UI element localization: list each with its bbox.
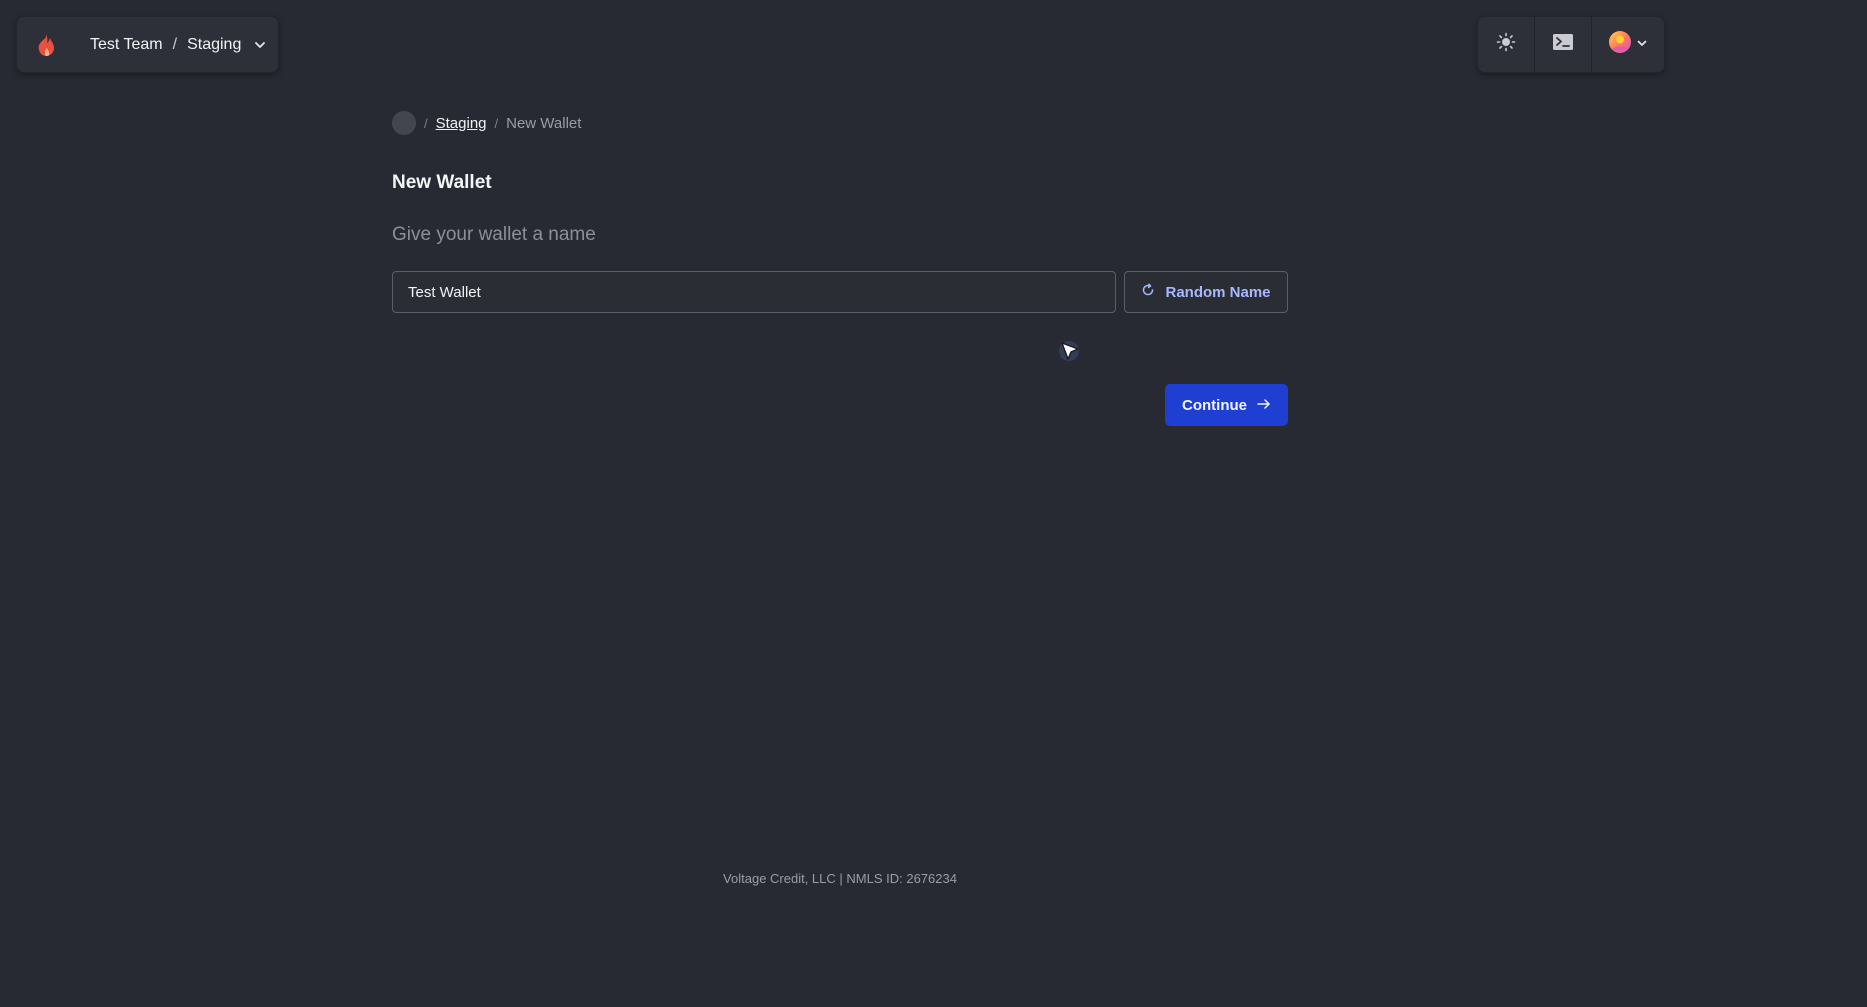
page-subtitle: Give your wallet a name bbox=[392, 224, 596, 245]
theme-toggle-button[interactable] bbox=[1478, 17, 1535, 72]
environment-name: Staging bbox=[187, 35, 242, 53]
page-title: New Wallet bbox=[392, 172, 492, 193]
profile-menu-button[interactable] bbox=[1592, 17, 1664, 72]
breadcrumb-staging-link[interactable]: Staging bbox=[436, 115, 487, 132]
breadcrumb-separator: / bbox=[494, 115, 499, 131]
continue-button[interactable]: Continue bbox=[1165, 384, 1288, 426]
team-separator: / bbox=[172, 35, 178, 53]
sun-icon bbox=[1496, 32, 1516, 57]
mouse-pointer-icon bbox=[1058, 340, 1084, 371]
terminal-button[interactable] bbox=[1535, 17, 1592, 72]
arrow-right-icon bbox=[1257, 397, 1271, 414]
chevron-down-icon bbox=[1636, 36, 1648, 54]
breadcrumb: / Staging / New Wallet bbox=[392, 108, 1288, 138]
wallet-name-input[interactable] bbox=[392, 271, 1116, 313]
breadcrumb-current: New Wallet bbox=[506, 114, 582, 132]
avatar-icon bbox=[1608, 30, 1632, 59]
continue-label: Continue bbox=[1182, 396, 1247, 414]
team-switcher[interactable]: Test Team / Staging bbox=[16, 16, 279, 73]
wallet-name-row: Random Name bbox=[392, 271, 1288, 313]
random-name-button[interactable]: Random Name bbox=[1124, 271, 1288, 313]
form-actions: Continue bbox=[392, 384, 1288, 426]
random-name-label: Random Name bbox=[1165, 283, 1271, 301]
flame-logo-icon[interactable] bbox=[17, 17, 75, 72]
team-environment-label[interactable]: Test Team / Staging bbox=[75, 36, 242, 54]
footer-legal-text: Voltage Credit, LLC | NMLS ID: 2676234 bbox=[723, 871, 957, 886]
team-name: Test Team bbox=[90, 35, 163, 53]
refresh-icon bbox=[1141, 283, 1155, 301]
top-actions bbox=[1477, 16, 1665, 73]
chevron-down-icon[interactable] bbox=[242, 17, 278, 72]
breadcrumb-home-avatar[interactable] bbox=[392, 111, 416, 135]
breadcrumb-separator: / bbox=[424, 115, 428, 131]
main-content: / Staging / New Wallet New Wallet Give y… bbox=[392, 108, 1288, 426]
terminal-icon bbox=[1552, 32, 1574, 57]
